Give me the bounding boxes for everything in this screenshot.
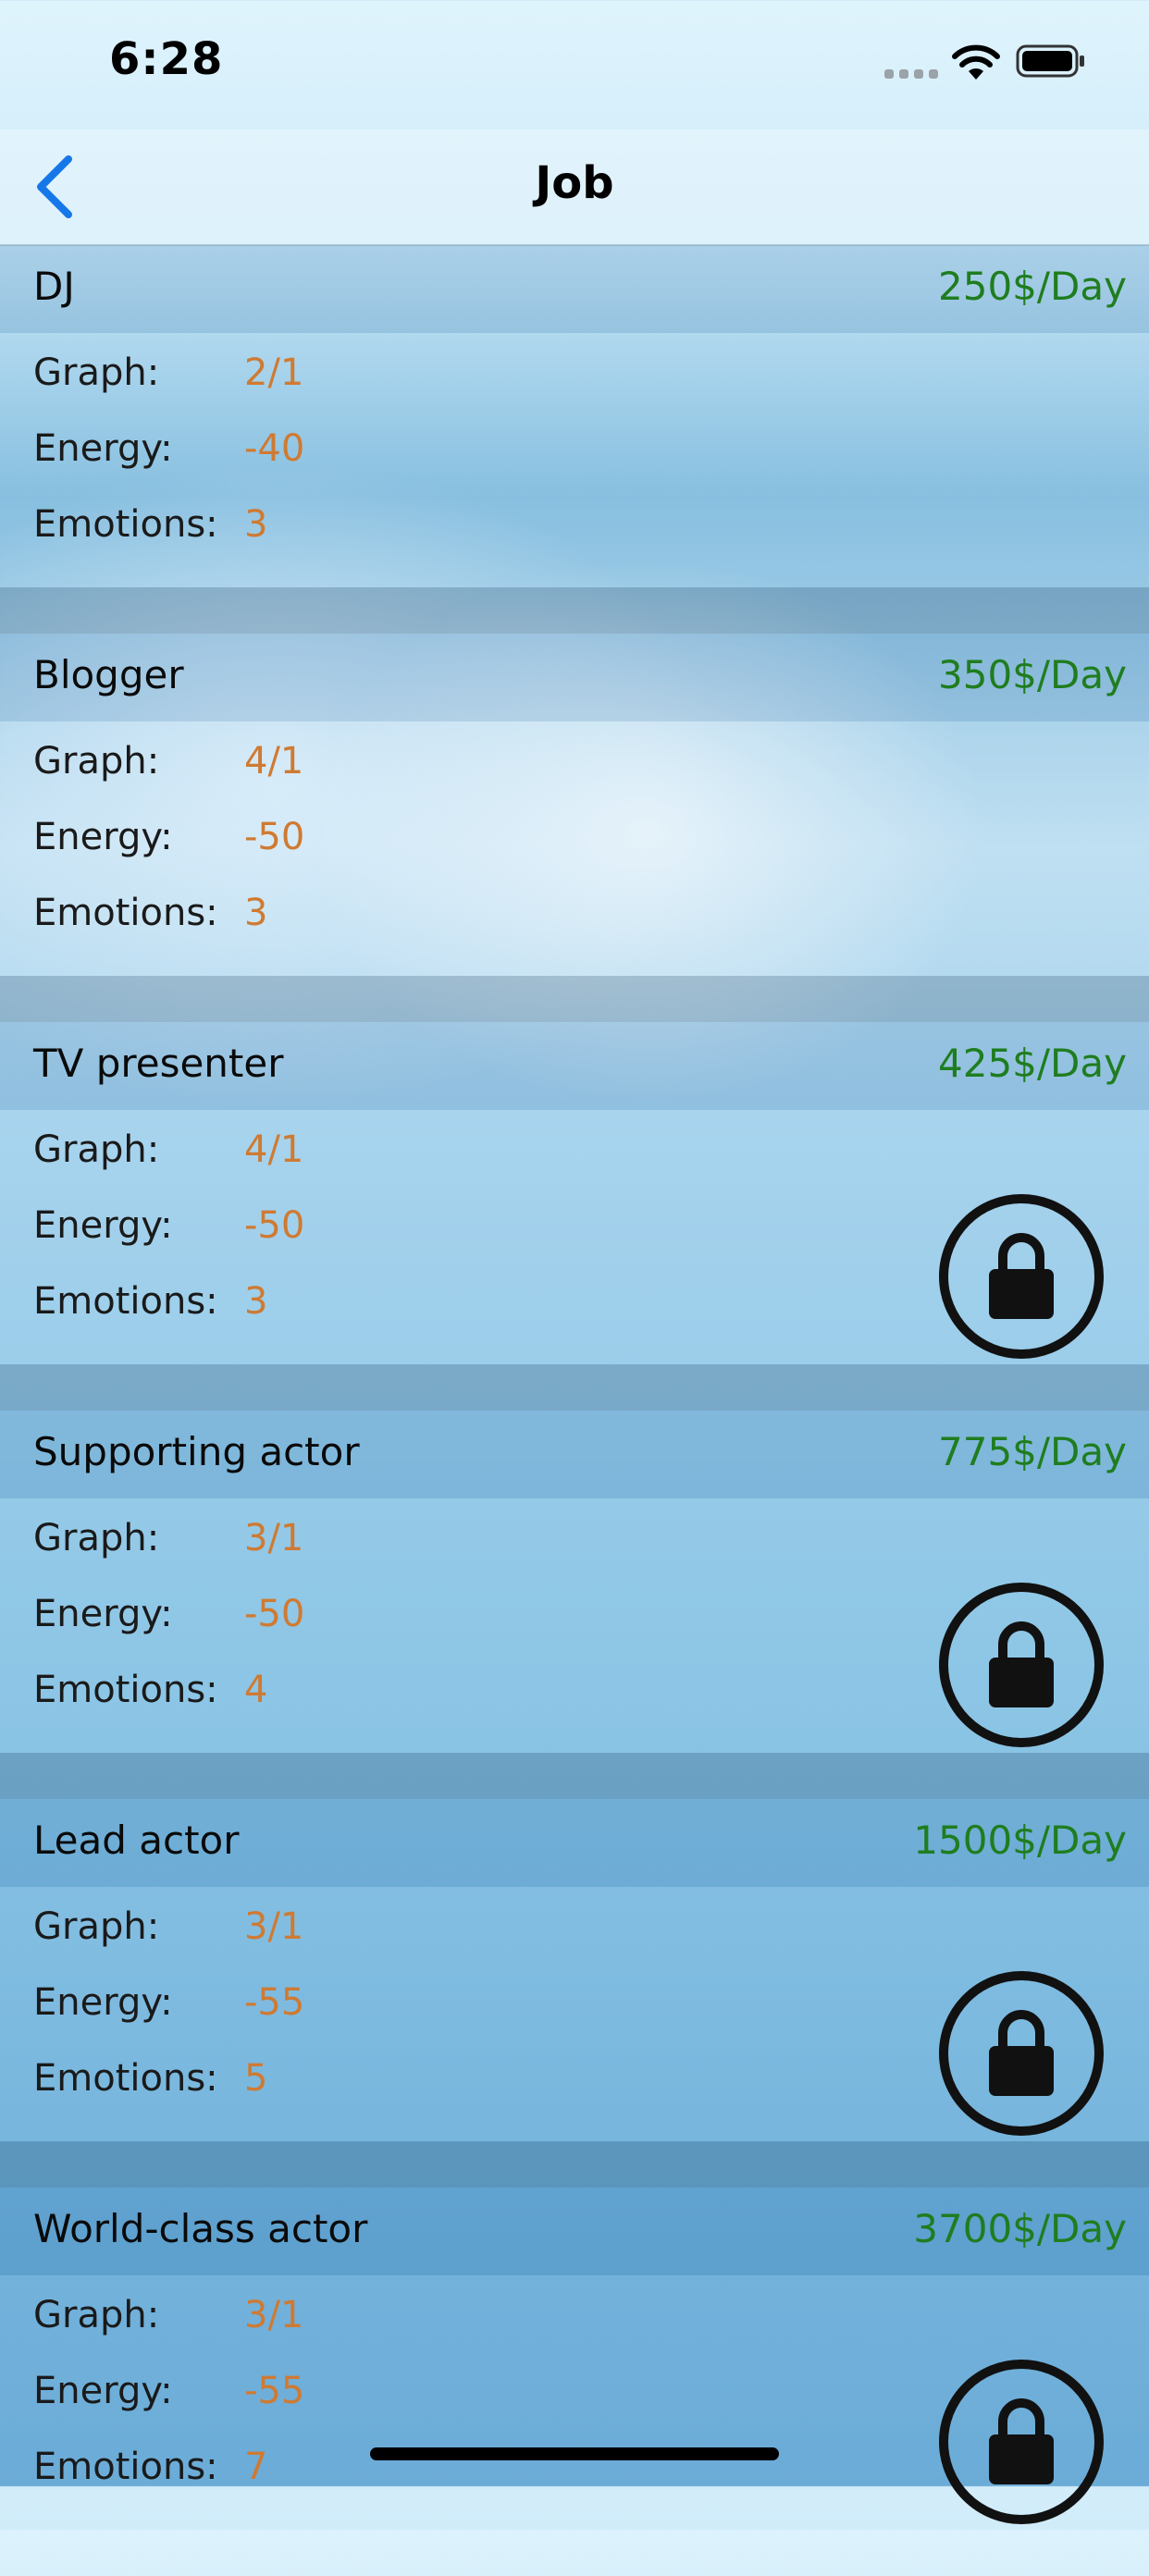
emotions-label: Emotions: [33, 1280, 218, 1323]
graph-value: 4/1 [244, 1128, 304, 1171]
energy-value: -55 [244, 2370, 305, 2412]
graph-label: Graph: [33, 2294, 160, 2336]
job-name: Lead actor [33, 1818, 240, 1863]
job-name: DJ [33, 264, 75, 309]
energy-value: -40 [244, 427, 305, 470]
home-indicator[interactable] [370, 2447, 779, 2460]
graph-value: 3/1 [244, 1905, 304, 1948]
lock-icon[interactable] [936, 1968, 1106, 2138]
emotions-value: 3 [244, 1280, 268, 1323]
graph-label: Graph: [33, 1517, 160, 1559]
job-card-lead-actor[interactable]: Lead actor 1500$/Day Graph: 3/1 Energy: … [0, 1799, 1149, 2188]
graph-label: Graph: [33, 740, 160, 783]
job-card-world-class-actor[interactable]: World-class actor 3700$/Day Graph: 3/1 E… [0, 2188, 1149, 2576]
lock-icon[interactable] [936, 2357, 1106, 2527]
graph-value: 4/1 [244, 740, 304, 783]
graph-value: 3/1 [244, 1517, 304, 1559]
job-list: DJ 250$/Day Graph: 2/1 Energy: -40 Emoti… [0, 245, 1149, 2576]
emotions-label: Emotions: [33, 2446, 218, 2488]
job-card-separator [0, 587, 1149, 634]
status-time: 6:28 [109, 33, 224, 85]
energy-label: Energy: [33, 1204, 173, 1247]
job-card-dj[interactable]: DJ 250$/Day Graph: 2/1 Energy: -40 Emoti… [0, 245, 1149, 634]
job-pay: 3700$/Day [913, 2206, 1127, 2251]
page-title: Job [535, 157, 614, 209]
emotions-label: Emotions: [33, 892, 218, 934]
battery-icon [1016, 44, 1084, 78]
job-pay: 350$/Day [938, 652, 1127, 697]
job-pay: 425$/Day [938, 1041, 1127, 1086]
energy-label: Energy: [33, 427, 173, 470]
emotions-label: Emotions: [33, 503, 218, 546]
emotions-value: 3 [244, 892, 268, 934]
emotions-value: 5 [244, 2057, 268, 2100]
job-card-tv-presenter[interactable]: TV presenter 425$/Day Graph: 4/1 Energy:… [0, 1022, 1149, 1411]
lock-icon[interactable] [936, 1191, 1106, 1362]
graph-label: Graph: [33, 351, 160, 394]
job-name: World-class actor [33, 2206, 368, 2251]
job-card-separator [0, 2141, 1149, 2188]
energy-value: -50 [244, 1204, 305, 1247]
emotions-label: Emotions: [33, 2057, 218, 2100]
cellular-signal-icon [884, 69, 938, 79]
graph-value: 3/1 [244, 2294, 304, 2336]
job-name: TV presenter [33, 1041, 284, 1086]
job-pay: 250$/Day [938, 264, 1127, 309]
job-name: Supporting actor [33, 1429, 360, 1474]
emotions-value: 7 [244, 2446, 268, 2488]
energy-value: -50 [244, 816, 305, 858]
lock-icon[interactable] [936, 1580, 1106, 1750]
job-pay: 1500$/Day [913, 1818, 1127, 1863]
graph-label: Graph: [33, 1905, 160, 1948]
energy-label: Energy: [33, 2370, 173, 2412]
emotions-label: Emotions: [33, 1669, 218, 1711]
emotions-value: 4 [244, 1669, 268, 1711]
navigation-bar: Job [0, 129, 1149, 246]
status-bar: 6:28 [0, 0, 1149, 129]
emotions-value: 3 [244, 503, 268, 546]
energy-label: Energy: [33, 816, 173, 858]
energy-value: -50 [244, 1593, 305, 1635]
job-pay: 775$/Day [938, 1429, 1127, 1474]
wifi-icon [952, 44, 1000, 80]
job-card-separator [0, 1753, 1149, 1799]
graph-value: 2/1 [244, 351, 304, 394]
energy-label: Energy: [33, 1981, 173, 2024]
job-card-blogger[interactable]: Blogger 350$/Day Graph: 4/1 Energy: -50 … [0, 634, 1149, 1022]
graph-label: Graph: [33, 1128, 160, 1171]
job-name: Blogger [33, 652, 184, 697]
energy-label: Energy: [33, 1593, 173, 1635]
job-card-separator [0, 1364, 1149, 1411]
energy-value: -55 [244, 1981, 305, 2024]
job-card-separator [0, 976, 1149, 1022]
job-card-supporting-actor[interactable]: Supporting actor 775$/Day Graph: 3/1 Ene… [0, 1411, 1149, 1799]
